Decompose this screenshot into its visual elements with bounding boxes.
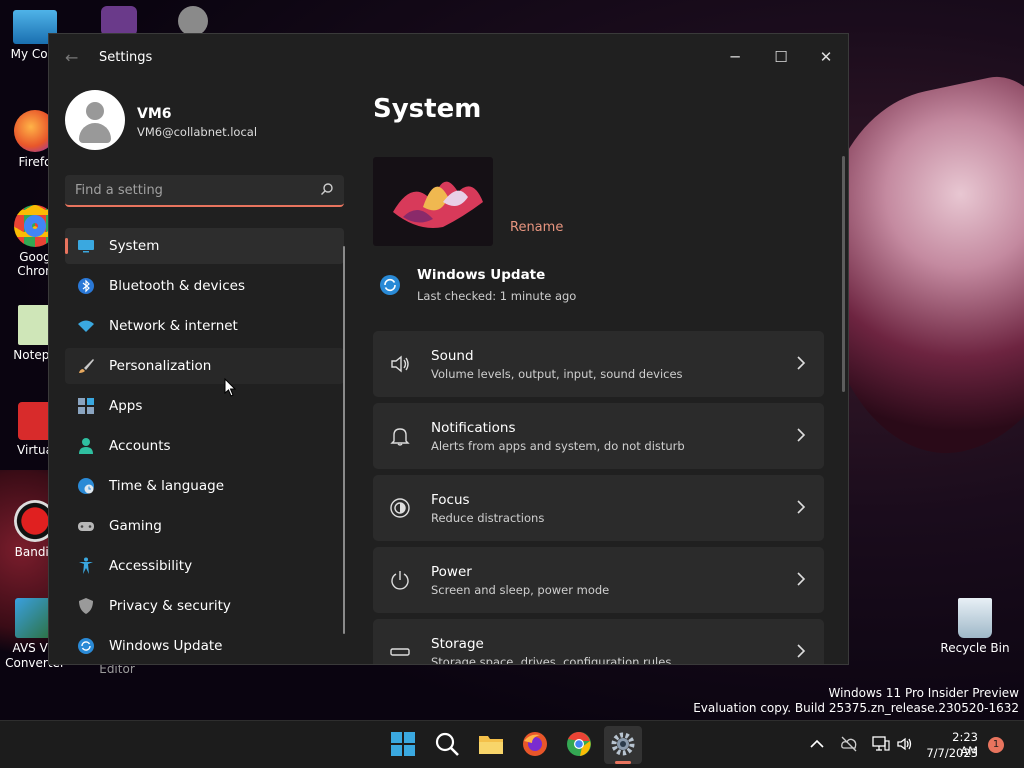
search-icon[interactable] [320,182,334,196]
chevron-up-icon[interactable] [808,735,826,753]
window-title: Settings [99,50,153,65]
sidebar-item-windows-update[interactable]: Windows Update [65,628,344,664]
search-input[interactable] [65,175,344,205]
speaker-icon [391,355,409,373]
active-app-indicator [615,761,631,764]
avatar[interactable] [65,90,125,150]
storage-icon [390,648,410,656]
minimize-button[interactable]: ─ [715,42,755,72]
bluetooth-icon [78,278,94,294]
volume-icon[interactable] [896,735,914,753]
cloud-offline-icon[interactable] [840,735,858,753]
sidebar-item-personalization[interactable]: Personalization [65,348,344,384]
sidebar-scrollbar[interactable] [343,246,345,634]
avatar-head-icon [86,102,104,120]
notepad-icon [18,305,52,345]
film-icon [101,6,137,36]
apps-icon [78,398,94,414]
bell-icon [390,428,410,446]
person-icon [79,438,93,454]
page-title: System [373,94,482,124]
active-indicator [65,238,68,254]
sidebar-item-gaming[interactable]: Gaming [65,508,344,544]
desktop-icon-recycle-bin[interactable]: Recycle Bin [940,598,1010,655]
file-explorer-icon[interactable] [478,731,504,757]
network-icon[interactable] [872,735,890,753]
sidebar-item-privacy[interactable]: Privacy & security [65,588,344,624]
card-sound[interactable]: Sound Volume levels, output, input, soun… [373,331,824,397]
accessibility-icon [79,557,93,574]
sidebar-item-bluetooth[interactable]: Bluetooth & devices [65,268,344,304]
windows-update-icon [380,275,400,295]
chevron-right-icon [797,356,806,370]
search-box[interactable] [65,175,344,207]
chevron-right-icon [797,500,806,514]
search-icon[interactable] [434,731,460,757]
sidebar-item-network[interactable]: Network & internet [65,308,344,344]
device-wallpaper-thumbnail [373,157,493,246]
sidebar-item-accessibility[interactable]: Accessibility [65,548,344,584]
card-storage[interactable]: Storage Storage space, drives, configura… [373,619,824,664]
firefox-icon[interactable] [522,731,548,757]
rename-link[interactable]: Rename [510,220,563,235]
monitor-icon [78,240,94,253]
recycle-bin-icon [958,598,992,638]
chevron-right-icon [797,644,806,658]
focus-icon [390,498,410,518]
card-notifications[interactable]: Notifications Alerts from apps and syste… [373,403,824,469]
gamepad-icon [78,522,94,531]
windows-start-icon[interactable] [390,731,416,757]
sidebar-item-time-language[interactable]: Time & language [65,468,344,504]
chevron-right-icon [797,572,806,586]
update-icon [78,638,94,654]
back-arrow-icon[interactable]: ← [65,48,78,67]
maximize-button[interactable]: ☐ [761,42,801,72]
sidebar-item-accounts[interactable]: Accounts [65,428,344,464]
card-power[interactable]: Power Screen and sleep, power mode [373,547,824,613]
notification-badge[interactable]: 1 [988,737,1004,753]
profile-name: VM6 [137,106,172,122]
globe-clock-icon [78,478,94,494]
evaluation-watermark: Windows 11 Pro Insider Preview Evaluatio… [693,686,1019,715]
windows-update-status: Last checked: 1 minute ago [417,289,577,303]
mouse-cursor-icon [224,378,236,397]
sidebar-item-apps[interactable]: Apps [65,388,344,424]
wifi-icon [78,320,94,332]
settings-window: ← Settings ─ ☐ ✕ VM6 VM6@collabnet.local… [48,33,849,665]
clock-date[interactable]: 7/7/2023 [924,746,978,760]
chrome-icon[interactable] [566,731,592,757]
virtual-app-icon [18,402,52,440]
title-bar: ← Settings ─ ☐ ✕ [49,34,848,82]
wallpaper-preview-icon [393,181,483,228]
sidebar-item-system[interactable]: System [65,228,344,264]
gear-tool-icon [178,6,208,36]
brush-icon [79,359,94,373]
settings-gear-icon[interactable] [610,731,636,757]
taskbar: 2:23 AM 7/7/2023 1 [0,720,1024,768]
shield-icon [79,598,93,614]
close-button[interactable]: ✕ [806,42,846,72]
sidebar-nav: System Bluetooth & devices Network & int… [65,228,344,664]
chevron-right-icon [797,428,806,442]
main-scrollbar[interactable] [842,156,845,392]
card-focus[interactable]: Focus Reduce distractions [373,475,824,541]
profile-email: VM6@collabnet.local [137,125,258,139]
power-icon [391,571,409,590]
avatar-body-icon [79,123,111,143]
windows-update-title[interactable]: Windows Update [417,267,545,283]
